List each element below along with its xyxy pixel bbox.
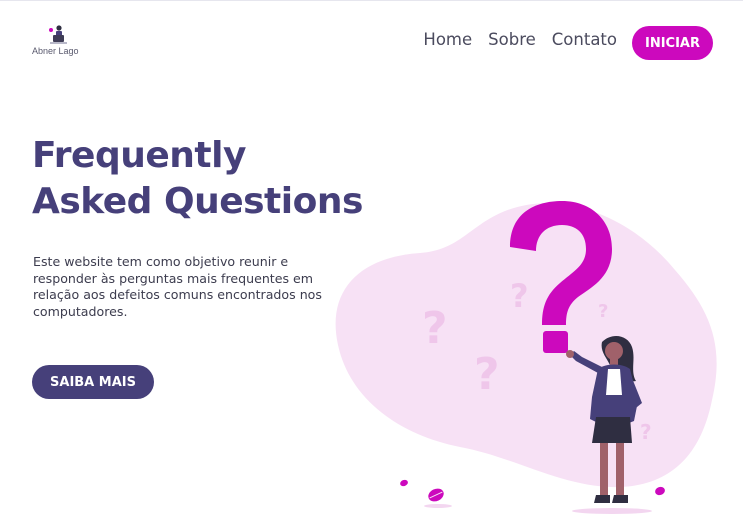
- nav-home[interactable]: Home: [423, 30, 472, 49]
- main-nav: Home Sobre Contato: [423, 30, 617, 49]
- page-title-line-2: Asked Questions: [32, 181, 363, 222]
- big-question-dot: [543, 331, 568, 353]
- nav-sobre[interactable]: Sobre: [488, 30, 536, 49]
- faint-question-mark-3: ?: [474, 349, 500, 400]
- woman-shadow: [572, 508, 652, 514]
- logo[interactable]: Abner Lago: [32, 24, 92, 60]
- person-at-laptop-icon: [49, 25, 67, 44]
- woman-holding-question-mark-illustration: ? ? ? ? ?: [335, 201, 717, 514]
- leaf-shadow: [424, 504, 452, 508]
- nav-contato[interactable]: Contato: [552, 30, 617, 49]
- logo-text: Abner Lago: [32, 46, 79, 56]
- top-border: [0, 0, 743, 1]
- leaf-decoration-1: [400, 479, 408, 487]
- iniciar-button[interactable]: INICIAR: [632, 26, 713, 60]
- faint-question-mark-1: ?: [422, 303, 448, 354]
- faint-question-mark-2: ?: [510, 277, 529, 315]
- saiba-mais-button[interactable]: SAIBA MAIS: [32, 365, 154, 399]
- page-title-line-1: Frequently: [32, 135, 246, 176]
- hero-description: Este website tem como objetivo reunir e …: [33, 254, 322, 319]
- page-title: Frequently Asked Questions: [32, 133, 363, 225]
- faint-question-mark-4: ?: [598, 301, 608, 322]
- leaf-decoration-3: [655, 486, 665, 496]
- faint-question-mark-5: ?: [640, 420, 652, 444]
- leaf-decoration-2: [428, 488, 444, 502]
